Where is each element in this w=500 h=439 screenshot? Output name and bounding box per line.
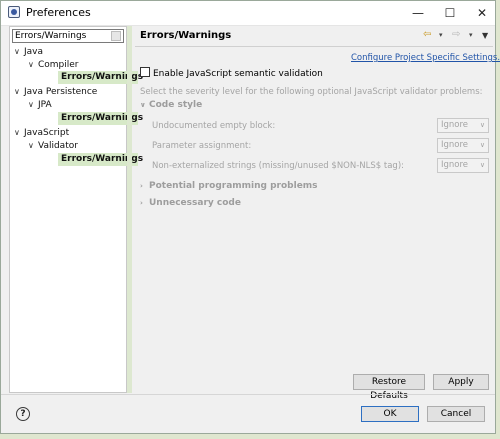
maximize-button[interactable]: ☐	[437, 3, 463, 23]
severity-description: Select the severity level for the follow…	[140, 87, 483, 97]
eclipse-app-icon	[8, 6, 20, 18]
section-label[interactable]: Code style	[149, 100, 202, 110]
section-label[interactable]: Unnecessary code	[149, 198, 241, 208]
title-divider	[135, 46, 493, 47]
collapsed-arrow-icon[interactable]: ›	[140, 199, 149, 207]
ok-button[interactable]: OK	[361, 406, 419, 422]
window-title: Preferences	[26, 6, 91, 19]
tree-item-validator[interactable]: ∨ Validator	[28, 139, 78, 152]
preferences-window: Preferences — ☐ ✕ ∨Java ∨Compiler Errors…	[0, 0, 500, 434]
tree-item-label: Java	[24, 47, 44, 57]
title-bar[interactable]: Preferences — ☐ ✕	[1, 1, 495, 26]
configure-project-specific-link[interactable]: Configure Project Specific Settings...	[351, 53, 500, 63]
tree-item-label: JPA	[38, 100, 52, 110]
filter-input[interactable]	[13, 30, 113, 42]
preference-page: Errors/Warnings ⇦ ▾ ⇨ ▾ ▼ Configure Proj…	[132, 26, 500, 401]
minimize-button[interactable]: —	[405, 3, 431, 23]
page-title: Errors/Warnings	[140, 30, 232, 41]
forward-history-dropdown-icon[interactable]: ▾	[469, 31, 473, 39]
chevron-down-icon: ∨	[479, 121, 485, 129]
severity-select-parameter-assignment[interactable]: Ignore ∨	[437, 138, 489, 153]
severity-select-undocumented-empty-block[interactable]: Ignore ∨	[437, 118, 489, 133]
enable-validation-checkbox[interactable]	[140, 67, 150, 77]
option-label-undocumented-empty-block: Undocumented empty block:	[152, 121, 276, 131]
section-potential-problems[interactable]: › Potential programming problems	[140, 181, 318, 191]
expanded-arrow-icon[interactable]: ∨	[14, 126, 24, 139]
filter-field[interactable]	[12, 29, 124, 43]
tree-item-java[interactable]: ∨ Java	[14, 45, 43, 58]
view-menu-icon[interactable]: ▼	[482, 31, 488, 40]
severity-select-non-externalized-strings[interactable]: Ignore ∨	[437, 158, 489, 173]
expanded-arrow-icon[interactable]: ∨	[14, 85, 24, 98]
tree-item-label: Compiler	[38, 60, 79, 70]
tree-item-compiler[interactable]: ∨ Compiler	[28, 58, 79, 71]
severity-value: Ignore	[441, 140, 469, 150]
option-label-parameter-assignment: Parameter assignment:	[152, 141, 252, 151]
expanded-arrow-icon[interactable]: ∨	[28, 98, 38, 111]
chevron-down-icon: ∨	[479, 141, 485, 149]
tree-item-javascript[interactable]: ∨ JavaScript	[14, 126, 69, 139]
section-label[interactable]: Potential programming problems	[149, 181, 318, 191]
tree-item-label: Java Persistence	[24, 87, 98, 97]
tree-item-java-persistence[interactable]: ∨ Java Persistence	[14, 85, 97, 98]
section-unnecessary-code[interactable]: › Unnecessary code	[140, 198, 241, 208]
tree-item-label: JavaScript	[24, 128, 70, 138]
close-button[interactable]: ✕	[469, 3, 495, 23]
enable-validation-label[interactable]: Enable JavaScript semantic validation	[153, 69, 323, 79]
enable-validation-row[interactable]: Enable JavaScript semantic validation	[140, 67, 323, 79]
option-label-non-externalized-strings: Non-externalized strings (missing/unused…	[152, 161, 405, 171]
back-arrow-icon[interactable]: ⇦	[423, 29, 431, 40]
tree-item-label: Validator	[38, 141, 78, 151]
expanded-arrow-icon[interactable]: ∨	[28, 139, 38, 152]
preference-tree-pane: ∨Java ∨Compiler Errors/Warnings ∨Java Pe…	[9, 26, 143, 393]
clear-filter-icon[interactable]	[111, 31, 121, 41]
expanded-arrow-icon[interactable]: ∨	[28, 58, 38, 71]
footer-divider	[1, 394, 495, 395]
collapsed-arrow-icon[interactable]: ›	[140, 182, 149, 190]
help-icon[interactable]: ?	[16, 407, 30, 421]
chevron-down-icon: ∨	[479, 161, 485, 169]
tree-item-jpa[interactable]: ∨ JPA	[28, 98, 52, 111]
tree-item-jpa-errors-warnings[interactable]: Errors/Warnings	[58, 112, 143, 125]
section-code-style[interactable]: ∨ Code style	[140, 100, 202, 110]
back-history-dropdown-icon[interactable]: ▾	[439, 31, 443, 39]
forward-arrow-icon[interactable]: ⇨	[452, 29, 460, 40]
cancel-button[interactable]: Cancel	[427, 406, 485, 422]
tree-item-compiler-errors-warnings[interactable]: Errors/Warnings	[58, 71, 143, 84]
apply-button[interactable]: Apply	[433, 374, 489, 390]
severity-value: Ignore	[441, 120, 469, 130]
tree-item-validator-errors-warnings[interactable]: Errors/Warnings	[58, 153, 143, 166]
expanded-arrow-icon[interactable]: ∨	[14, 45, 24, 58]
expanded-arrow-icon[interactable]: ∨	[140, 101, 149, 109]
severity-value: Ignore	[441, 160, 469, 170]
restore-defaults-button[interactable]: Restore Defaults	[353, 374, 425, 401]
